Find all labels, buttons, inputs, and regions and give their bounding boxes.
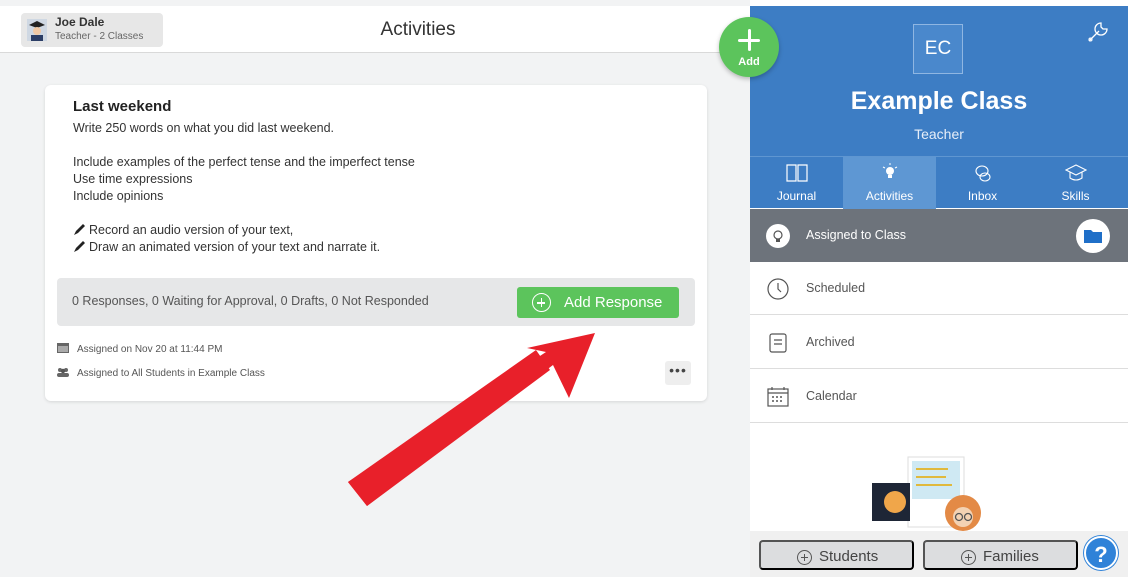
tab-skills[interactable]: Skills [1029, 157, 1122, 209]
class-header: EC Example Class Teacher [750, 6, 1128, 156]
description-line: Write 250 words on what you did last wee… [73, 121, 335, 135]
menu-archived[interactable]: Archived [750, 316, 1128, 369]
plus-circle-icon [532, 293, 551, 312]
main-area: Joe Dale Teacher - 2 Classes Activities … [0, 0, 750, 577]
class-sidebar: EC Example Class Teacher Journal Activit… [750, 6, 1128, 577]
chat-bubbles-icon [975, 165, 991, 182]
add-fab-button[interactable]: Add [719, 17, 779, 77]
graduation-cap-icon [1065, 164, 1087, 181]
group-icon [57, 368, 69, 377]
plus-circle-icon [797, 550, 812, 565]
add-response-button[interactable]: Add Response [517, 287, 679, 318]
lightbulb-icon [882, 163, 898, 178]
user-role: Teacher - 2 Classes [55, 31, 144, 42]
menu-scheduled[interactable]: Scheduled [750, 262, 1128, 315]
tab-journal[interactable]: Journal [750, 157, 843, 209]
clock-icon [767, 278, 789, 300]
assigned-date: Assigned on Nov 20 at 11:44 PM [57, 343, 222, 355]
class-tabs: Journal Activities Inbox Skills [750, 156, 1128, 209]
responses-summary: 0 Responses, 0 Waiting for Approval, 0 D… [72, 294, 429, 308]
tab-inbox[interactable]: Inbox [936, 157, 1029, 209]
archive-icon [769, 333, 787, 353]
class-name: Example Class [850, 87, 1028, 115]
user-switcher[interactable]: Joe Dale Teacher - 2 Classes [21, 13, 163, 47]
top-bar: Joe Dale Teacher - 2 Classes Activities [0, 6, 750, 53]
activity-card[interactable]: Last weekend Write 250 words on what you… [45, 85, 707, 401]
page-title: Activities [380, 19, 456, 40]
responses-bar: 0 Responses, 0 Waiting for Approval, 0 D… [57, 278, 695, 326]
pen-icon [74, 241, 85, 252]
assigned-to: Assigned to All Students in Example Clas… [57, 367, 265, 379]
pen-icon [74, 224, 85, 235]
add-students-button[interactable]: Students [759, 540, 914, 570]
menu-calendar[interactable]: Calendar [750, 370, 1128, 423]
more-options-button[interactable]: ••• [665, 361, 691, 385]
wrench-icon[interactable] [1086, 20, 1110, 44]
help-button[interactable]: ? [1084, 536, 1118, 570]
folder-icon [1084, 230, 1102, 243]
tab-activities[interactable]: Activities [843, 157, 936, 209]
description-line: Include opinions [73, 189, 164, 203]
add-families-button[interactable]: Families [923, 540, 1078, 570]
teacher-avatar-icon [27, 19, 47, 41]
calendar-small-icon [57, 343, 69, 353]
description-line: Draw an animated version of your text an… [73, 239, 415, 256]
class-role: Teacher [914, 126, 964, 142]
book-icon [786, 164, 808, 182]
class-avatar: EC [913, 24, 963, 74]
sidebar-footer: Students Families ? [750, 531, 1128, 577]
activity-title: Last weekend [73, 98, 172, 115]
description-line: Record an audio version of your text, [73, 222, 415, 239]
calendar-icon [767, 387, 789, 407]
user-name: Joe Dale [55, 15, 105, 29]
classroom-illustration [872, 456, 981, 531]
folder-button[interactable] [1076, 219, 1110, 253]
description-line: Use time expressions [73, 172, 193, 186]
activity-description: Write 250 words on what you did last wee… [73, 120, 415, 256]
lightbulb-icon [766, 224, 790, 248]
description-line: Include examples of the perfect tense an… [73, 155, 415, 169]
menu-assigned-to-class[interactable]: Assigned to Class [750, 209, 1128, 262]
plus-circle-icon [961, 550, 976, 565]
